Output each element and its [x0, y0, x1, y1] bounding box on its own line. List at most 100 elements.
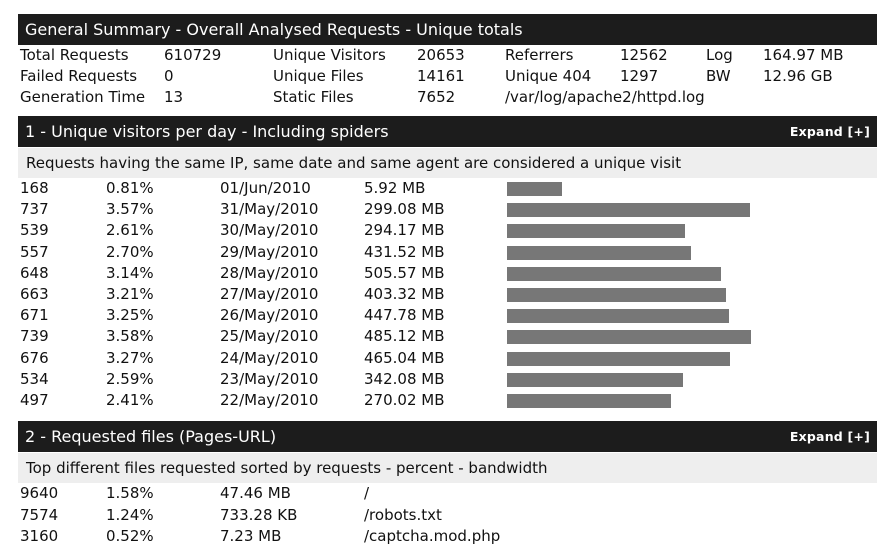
- general-summary-title: General Summary - Overall Analysed Reque…: [25, 20, 523, 39]
- files-expand-button[interactable]: Expand [+]: [790, 429, 870, 444]
- percent-cell: 2.70%: [106, 242, 154, 261]
- bandwidth-cell: 270.02 MB: [364, 391, 445, 409]
- bar-cell: [507, 224, 685, 239]
- percent-cell: 3.58%: [106, 327, 154, 346]
- date-cell: 27/May/2010: [220, 285, 319, 303]
- hits-bar: [507, 372, 683, 387]
- file-path-cell: /robots.txt: [364, 505, 442, 524]
- bar-cell: [507, 394, 671, 408]
- table-row: 671 3.25% 26/May/2010 447.78 MB: [20, 305, 877, 326]
- bandwidth-cell: 447.78 MB: [364, 306, 445, 325]
- summary-row: Failed Requests 0 Unique Files 14161 Uni…: [20, 66, 877, 87]
- summary-value: 164.97 MB: [763, 46, 844, 64]
- hits-cell: 676: [20, 348, 49, 367]
- hits-bar: [507, 266, 721, 281]
- hits-cell: 671: [20, 306, 49, 325]
- bandwidth-cell: 431.52 MB: [364, 242, 445, 261]
- log-path: /var/log/apache2/httpd.log: [505, 88, 705, 106]
- hits-bar: [507, 309, 729, 324]
- table-row: 739 3.58% 25/May/2010 485.12 MB: [20, 326, 877, 347]
- visitors-description: Requests having the same IP, same date a…: [18, 148, 877, 178]
- summary-row: Total Requests 610729 Unique Visitors 20…: [20, 45, 877, 66]
- bandwidth-cell: 47.46 MB: [220, 484, 291, 502]
- files-panel-header: 2 - Requested files (Pages-URL) Expand […: [18, 421, 877, 452]
- hits-bar: [507, 182, 562, 196]
- hits-bar: [507, 351, 730, 366]
- percent-cell: 0.52%: [106, 527, 154, 545]
- hits-cell: 9640: [20, 484, 59, 502]
- general-summary-header: General Summary - Overall Analysed Reque…: [18, 14, 877, 45]
- summary-row: Generation Time 13 Static Files 7652 /va…: [20, 87, 877, 108]
- bar-cell: [507, 266, 721, 281]
- date-cell: 26/May/2010: [220, 306, 319, 325]
- bar-cell: [507, 372, 683, 387]
- bandwidth-cell: 294.17 MB: [364, 221, 445, 240]
- bandwidth-cell: 5.92 MB: [364, 179, 426, 197]
- percent-cell: 3.57%: [106, 200, 154, 219]
- summary-label: Unique 404: [505, 67, 592, 85]
- percent-cell: 1.24%: [106, 505, 154, 524]
- date-cell: 31/May/2010: [220, 200, 319, 219]
- bar-cell: [507, 351, 730, 366]
- summary-label: Generation Time: [20, 88, 146, 106]
- summary-label: Static Files: [273, 88, 354, 106]
- visitors-panel-header: 1 - Unique visitors per day - Including …: [18, 116, 877, 147]
- bandwidth-cell: 299.08 MB: [364, 200, 445, 219]
- summary-value: 14161: [417, 67, 465, 85]
- table-row: 663 3.21% 27/May/2010 403.32 MB: [20, 284, 877, 305]
- table-row: 676 3.27% 24/May/2010 465.04 MB: [20, 348, 877, 369]
- hits-cell: 737: [20, 200, 49, 219]
- hits-bar: [507, 288, 726, 302]
- summary-value: 20653: [417, 46, 465, 64]
- summary-label: Failed Requests: [20, 67, 138, 85]
- bar-cell: [507, 245, 691, 260]
- visitors-expand-button[interactable]: Expand [+]: [790, 124, 870, 139]
- summary-label: Log: [706, 46, 733, 64]
- summary-label: Unique Files: [273, 67, 364, 85]
- hits-cell: 534: [20, 369, 49, 388]
- bar-cell: [507, 182, 562, 196]
- bar-cell: [507, 288, 726, 302]
- date-cell: 22/May/2010: [220, 391, 319, 409]
- table-row: 539 2.61% 30/May/2010 294.17 MB: [20, 220, 877, 241]
- hits-bar: [507, 203, 750, 218]
- table-row: 557 2.70% 29/May/2010 431.52 MB: [20, 242, 877, 263]
- bandwidth-cell: 465.04 MB: [364, 348, 445, 367]
- hits-bar: [507, 224, 685, 239]
- files-panel-title: 2 - Requested files (Pages-URL): [25, 427, 277, 446]
- summary-value: 1297: [620, 67, 659, 85]
- summary-value: 13: [164, 88, 184, 106]
- bandwidth-cell: 342.08 MB: [364, 369, 445, 388]
- report-page: General Summary - Overall Analysed Reque…: [0, 0, 890, 551]
- summary-label: BW: [706, 67, 731, 85]
- summary-value: 12562: [620, 46, 668, 64]
- file-path-cell: /captcha.mod.php: [364, 527, 501, 545]
- table-row: 534 2.59% 23/May/2010 342.08 MB: [20, 369, 877, 390]
- percent-cell: 3.21%: [106, 285, 154, 303]
- summary-value: 12.96 GB: [763, 67, 833, 85]
- percent-cell: 0.81%: [106, 179, 154, 197]
- summary-label: Unique Visitors: [273, 46, 386, 64]
- hits-cell: 168: [20, 179, 49, 197]
- date-cell: 30/May/2010: [220, 221, 319, 240]
- date-cell: 25/May/2010: [220, 327, 319, 346]
- bar-cell: [507, 203, 750, 218]
- bandwidth-cell: 505.57 MB: [364, 263, 445, 282]
- table-row: 7574 1.24% 733.28 KB/robots.txt: [20, 505, 877, 526]
- summary-value: 610729: [164, 46, 222, 64]
- table-row: 9640 1.58% 47.46 MB /: [20, 483, 877, 504]
- hits-cell: 3160: [20, 527, 59, 545]
- percent-cell: 3.27%: [106, 348, 154, 367]
- summary-value: 0: [164, 67, 174, 85]
- visitors-panel-title: 1 - Unique visitors per day - Including …: [25, 122, 389, 141]
- hits-bar: [507, 394, 671, 408]
- bar-cell: [507, 309, 729, 324]
- date-cell: 24/May/2010: [220, 348, 319, 367]
- file-path-cell: /: [364, 484, 370, 502]
- hits-cell: 497: [20, 391, 49, 409]
- hits-bar: [507, 330, 751, 345]
- hits-cell: 557: [20, 242, 49, 261]
- table-row: 737 3.57% 31/May/2010 299.08 MB: [20, 199, 877, 220]
- hits-cell: 7574: [20, 505, 59, 524]
- date-cell: 29/May/2010: [220, 242, 319, 261]
